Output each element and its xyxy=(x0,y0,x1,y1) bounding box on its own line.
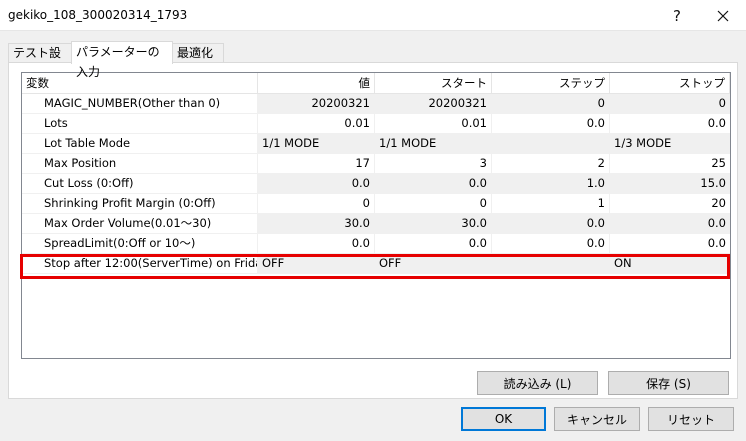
param-stop[interactable]: 0.0 xyxy=(610,234,730,254)
param-start[interactable]: 1/1 MODE xyxy=(375,134,492,154)
column-header-variable[interactable]: 変数 xyxy=(22,73,258,94)
column-header-stop[interactable]: ストップ xyxy=(610,73,730,94)
param-step[interactable] xyxy=(492,134,610,154)
param-stop[interactable]: 15.0 xyxy=(610,174,730,194)
ok-button[interactable]: OK xyxy=(461,407,546,431)
load-button[interactable]: 読み込み (L) xyxy=(477,371,598,395)
param-name: Max Position xyxy=(22,154,258,174)
param-start[interactable]: 0.01 xyxy=(375,114,492,134)
param-step[interactable]: 0.0 xyxy=(492,214,610,234)
table-row[interactable]: Lots 0.01 0.01 0.0 0.0 xyxy=(22,114,730,134)
tab-parameters[interactable]: パラメーターの入力 xyxy=(71,41,173,79)
parameter-grid: 変数 値 スタート ステップ ストップ MAGIC_NUMBER(Other t… xyxy=(21,72,731,359)
window-title: gekiko_108_300020314_1793 xyxy=(8,8,188,22)
param-step[interactable]: 0 xyxy=(492,94,610,114)
param-stop[interactable]: 0.0 xyxy=(610,114,730,134)
param-stop[interactable]: 25 xyxy=(610,154,730,174)
param-start[interactable]: 0.0 xyxy=(375,234,492,254)
param-value[interactable]: 0.0 xyxy=(258,234,375,254)
help-button[interactable]: ? xyxy=(654,0,700,31)
param-step[interactable]: 1.0 xyxy=(492,174,610,194)
param-name: Lots xyxy=(22,114,258,134)
param-name: MAGIC_NUMBER(Other than 0) xyxy=(22,94,258,114)
param-step[interactable]: 0.0 xyxy=(492,114,610,134)
column-header-start[interactable]: スタート xyxy=(375,73,492,94)
param-stop[interactable]: ON xyxy=(610,254,730,274)
column-header-value[interactable]: 値 xyxy=(258,73,375,94)
param-value[interactable]: 20200321 xyxy=(258,94,375,114)
table-row[interactable]: Stop after 12:00(ServerTime) on Friday O… xyxy=(22,254,730,274)
param-step[interactable] xyxy=(492,254,610,274)
param-step[interactable]: 1 xyxy=(492,194,610,214)
param-value[interactable]: 0 xyxy=(258,194,375,214)
table-row[interactable]: Max Position 17 3 2 25 xyxy=(22,154,730,174)
param-name: Max Order Volume(0.01～30) xyxy=(22,214,258,234)
param-value[interactable]: 30.0 xyxy=(258,214,375,234)
param-step[interactable]: 2 xyxy=(492,154,610,174)
title-bar: gekiko_108_300020314_1793 ? xyxy=(0,0,746,31)
column-header-step[interactable]: ステップ xyxy=(492,73,610,94)
table-row[interactable]: Shrinking Profit Margin (0:Off) 0 0 1 20 xyxy=(22,194,730,214)
reset-button[interactable]: リセット xyxy=(648,407,734,431)
param-start[interactable]: 20200321 xyxy=(375,94,492,114)
param-name: SpreadLimit(0:Off or 10～) xyxy=(22,234,258,254)
param-value[interactable]: 17 xyxy=(258,154,375,174)
save-button[interactable]: 保存 (S) xyxy=(608,371,729,395)
table-row[interactable]: Cut Loss (0:Off) 0.0 0.0 1.0 15.0 xyxy=(22,174,730,194)
param-name: Lot Table Mode xyxy=(22,134,258,154)
table-row[interactable]: SpreadLimit(0:Off or 10～) 0.0 0.0 0.0 0.… xyxy=(22,234,730,254)
param-value[interactable]: 0.0 xyxy=(258,174,375,194)
grid-header: 変数 値 スタート ステップ ストップ xyxy=(22,73,730,94)
param-step[interactable]: 0.0 xyxy=(492,234,610,254)
param-value[interactable]: OFF xyxy=(258,254,375,274)
cancel-button[interactable]: キャンセル xyxy=(554,407,640,431)
table-row[interactable]: MAGIC_NUMBER(Other than 0) 20200321 2020… xyxy=(22,94,730,114)
param-stop[interactable]: 0.0 xyxy=(610,214,730,234)
param-start[interactable]: OFF xyxy=(375,254,492,274)
table-row[interactable]: Max Order Volume(0.01～30) 30.0 30.0 0.0 … xyxy=(22,214,730,234)
tab-test-settings[interactable]: テスト設定 xyxy=(8,43,72,78)
param-start[interactable]: 0.0 xyxy=(375,174,492,194)
param-start[interactable]: 3 xyxy=(375,154,492,174)
close-icon xyxy=(717,10,729,21)
table-row[interactable]: Lot Table Mode 1/1 MODE 1/1 MODE 1/3 MOD… xyxy=(22,134,730,154)
param-stop[interactable]: 20 xyxy=(610,194,730,214)
close-button[interactable] xyxy=(700,0,746,31)
param-stop[interactable]: 0 xyxy=(610,94,730,114)
param-start[interactable]: 0 xyxy=(375,194,492,214)
param-name: Stop after 12:00(ServerTime) on Friday xyxy=(22,254,258,274)
parameters-panel: 変数 値 スタート ステップ ストップ MAGIC_NUMBER(Other t… xyxy=(8,62,738,399)
tab-optimization[interactable]: 最適化 xyxy=(172,43,224,63)
param-start[interactable]: 30.0 xyxy=(375,214,492,234)
param-value[interactable]: 0.01 xyxy=(258,114,375,134)
param-name: Cut Loss (0:Off) xyxy=(22,174,258,194)
param-name: Shrinking Profit Margin (0:Off) xyxy=(22,194,258,214)
param-stop[interactable]: 1/3 MODE xyxy=(610,134,730,154)
param-value[interactable]: 1/1 MODE xyxy=(258,134,375,154)
help-icon: ? xyxy=(673,6,681,25)
